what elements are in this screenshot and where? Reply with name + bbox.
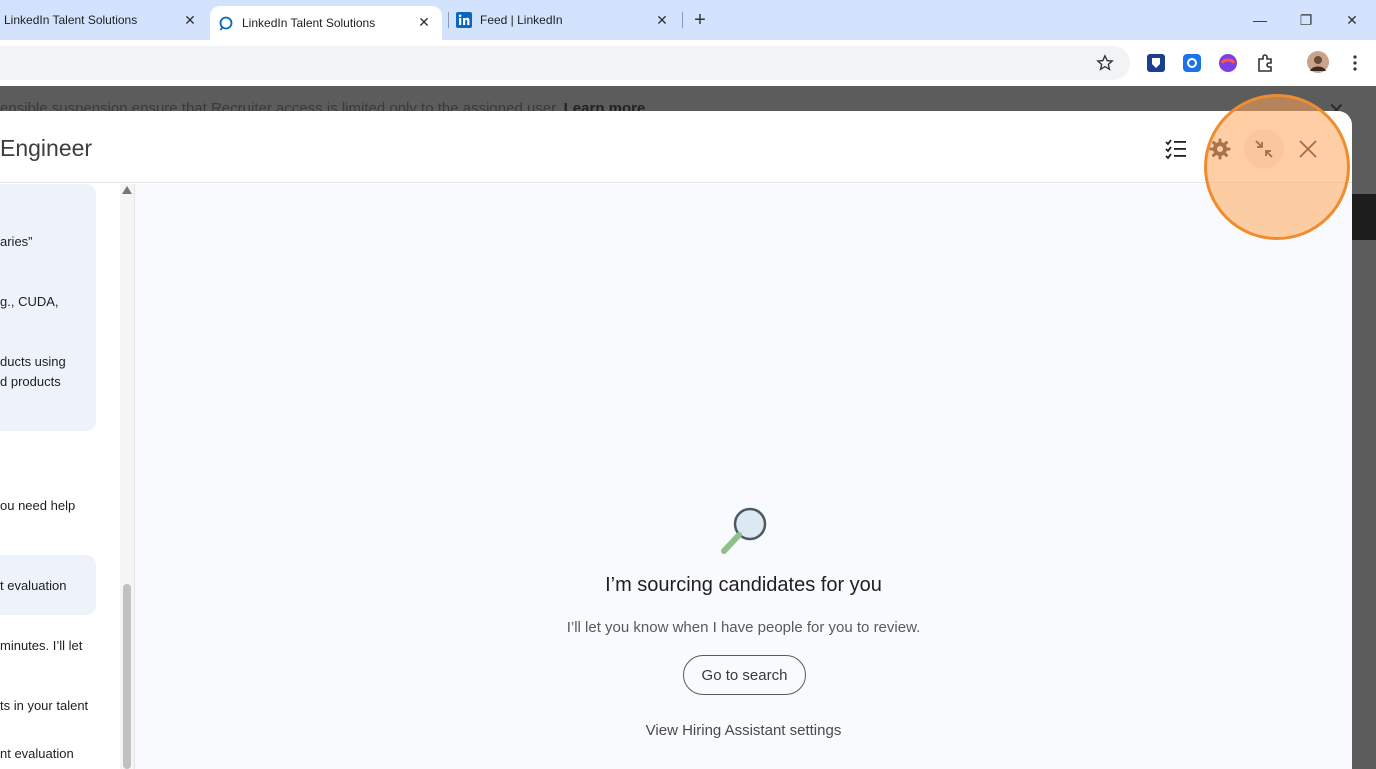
scroll-up-arrow-icon[interactable] — [122, 186, 132, 194]
restore-icon[interactable]: ❐ — [1296, 10, 1316, 30]
tab-close-icon[interactable]: ✕ — [416, 14, 432, 30]
chat-line: ts in your talent — [0, 698, 89, 713]
chat-column: aries” g., CUDA, ducts using d products … — [0, 184, 120, 769]
extension-swirl-icon[interactable] — [1218, 53, 1238, 73]
browser-tabstrip: LinkedIn Talent Solutions ✕ LinkedIn Tal… — [0, 0, 1376, 40]
modal-title: Engineer — [0, 135, 93, 161]
hiring-assistant-settings-link[interactable]: View Hiring Assistant settings — [135, 722, 1352, 739]
chat-line: ducts using — [0, 354, 66, 369]
tab-title: Feed | LinkedIn — [480, 13, 563, 27]
scroll-thumb[interactable] — [123, 584, 131, 769]
profile-avatar[interactable] — [1307, 51, 1329, 73]
hiring-assistant-favicon-icon — [219, 16, 233, 31]
modal-header: Engineer — [0, 111, 1352, 183]
browser-tab-talent-1[interactable]: LinkedIn Talent Solutions ✕ — [0, 0, 208, 40]
extensions-puzzle-icon[interactable] — [1255, 53, 1275, 73]
sourcing-panel: I’m sourcing candidates for you I’ll let… — [135, 184, 1352, 769]
go-to-search-button[interactable]: Go to search — [683, 655, 806, 695]
chat-line: t evaluation — [0, 578, 67, 593]
chat-line: ou need help — [0, 498, 76, 513]
bookmark-star-icon[interactable] — [1096, 54, 1114, 72]
window-close-icon[interactable]: ✕ — [1342, 10, 1362, 30]
minimize-icon[interactable]: — — [1250, 10, 1270, 30]
click-highlight — [1204, 94, 1350, 240]
magnifier-icon — [721, 507, 767, 554]
browser-tab-talent-2[interactable]: LinkedIn Talent Solutions ✕ — [210, 6, 442, 40]
tab-separator — [448, 12, 449, 28]
checklist-icon — [1165, 139, 1186, 160]
task-list-button[interactable] — [1156, 129, 1196, 169]
sourcing-subtitle: I’ll let you know when I have people for… — [566, 619, 921, 636]
tab-title: LinkedIn Talent Solutions — [242, 16, 376, 30]
browser-menu-icon[interactable] — [1345, 53, 1365, 73]
chat-line: g., CUDA, — [0, 294, 59, 309]
tab-close-icon[interactable]: ✕ — [654, 12, 670, 28]
new-tab-icon[interactable]: + — [690, 10, 710, 30]
chat-scrollbar[interactable] — [120, 184, 134, 769]
chat-line: minutes. I’ll let — [0, 638, 83, 653]
tab-close-icon[interactable]: ✕ — [182, 12, 198, 28]
extension-shield-icon[interactable] — [1146, 53, 1166, 73]
chat-line: d products — [0, 374, 61, 389]
sourcing-title: I’m sourcing candidates for you — [605, 574, 882, 596]
tab-title: LinkedIn Talent Solutions — [4, 13, 138, 27]
extension-gear-icon[interactable] — [1182, 53, 1202, 73]
chat-line: aries” — [0, 234, 33, 249]
browser-toolbar — [0, 40, 1376, 86]
chat-line: nt evaluation — [0, 746, 74, 761]
linkedin-favicon-icon — [456, 12, 472, 28]
browser-tab-feed[interactable]: Feed | LinkedIn ✕ — [450, 0, 680, 40]
address-bar[interactable] — [0, 46, 1130, 80]
page-dark-strip — [1350, 194, 1376, 240]
tab-separator — [682, 12, 683, 28]
